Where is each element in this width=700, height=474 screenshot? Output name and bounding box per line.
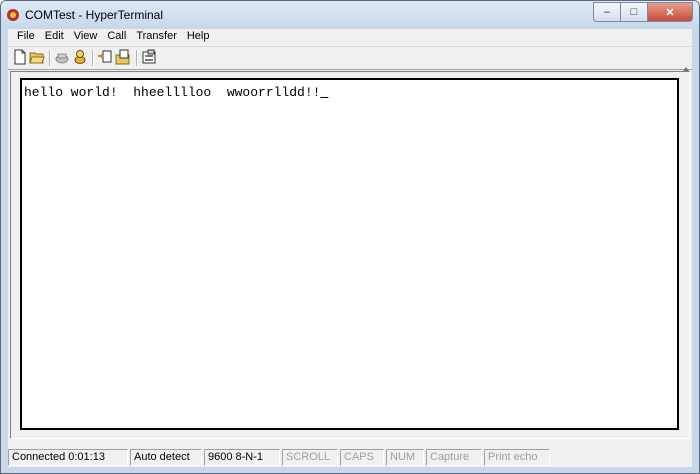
- terminal-cursor: _: [320, 85, 329, 100]
- status-auto-detect: Auto detect: [130, 449, 202, 466]
- menu-bar: File Edit View Call Transfer Help: [8, 29, 692, 45]
- menu-transfer[interactable]: Transfer: [131, 29, 182, 45]
- toolbar-separator: [49, 50, 51, 66]
- receive-icon[interactable]: [115, 49, 131, 65]
- terminal-frame: hello world! hheelllloo wwoorrlldd!!_: [10, 67, 690, 439]
- status-bar: Connected 0:01:13 Auto detect 9600 8-N-1…: [8, 447, 692, 467]
- toolbar-separator: [136, 50, 138, 66]
- terminal-text: hello world! hheelllloo wwoorrlldd!!: [24, 85, 321, 100]
- status-num: NUM: [386, 449, 424, 466]
- status-scroll: SCROLL: [282, 449, 338, 466]
- window-controls: – □ ✕: [593, 2, 693, 22]
- terminal-screen[interactable]: hello world! hheelllloo wwoorrlldd!!_: [20, 78, 679, 430]
- new-connection-icon[interactable]: [12, 49, 28, 65]
- toolbar-separator: [92, 50, 94, 66]
- scroll-up-icon[interactable]: [682, 64, 690, 74]
- properties-icon[interactable]: [141, 49, 157, 65]
- maximize-button[interactable]: □: [621, 2, 648, 22]
- open-icon[interactable]: [29, 49, 45, 65]
- dial-icon[interactable]: [72, 49, 88, 65]
- status-caps: CAPS: [340, 449, 384, 466]
- status-port-settings: 9600 8-N-1: [204, 449, 280, 466]
- hyperterminal-app-icon: [7, 9, 19, 21]
- toolbar: [8, 46, 692, 70]
- menu-help[interactable]: Help: [182, 29, 215, 45]
- hyperterminal-window: COMTest - HyperTerminal – □ ✕ File Edit …: [0, 0, 700, 474]
- status-print-echo: Print echo: [484, 449, 550, 466]
- client-area: File Edit View Call Transfer Help hello …: [8, 29, 692, 467]
- minimize-button[interactable]: –: [593, 2, 621, 22]
- menu-view[interactable]: View: [69, 29, 103, 45]
- send-icon[interactable]: [97, 49, 113, 65]
- window-title: COMTest - HyperTerminal: [25, 8, 164, 22]
- menu-edit[interactable]: Edit: [40, 29, 69, 45]
- menu-file[interactable]: File: [12, 29, 40, 45]
- menu-call[interactable]: Call: [102, 29, 131, 45]
- status-capture: Capture: [426, 449, 482, 466]
- close-button[interactable]: ✕: [648, 2, 693, 22]
- disconnect-icon[interactable]: [54, 49, 70, 65]
- title-bar[interactable]: COMTest - HyperTerminal – □ ✕: [1, 1, 699, 29]
- status-connected: Connected 0:01:13: [8, 449, 128, 466]
